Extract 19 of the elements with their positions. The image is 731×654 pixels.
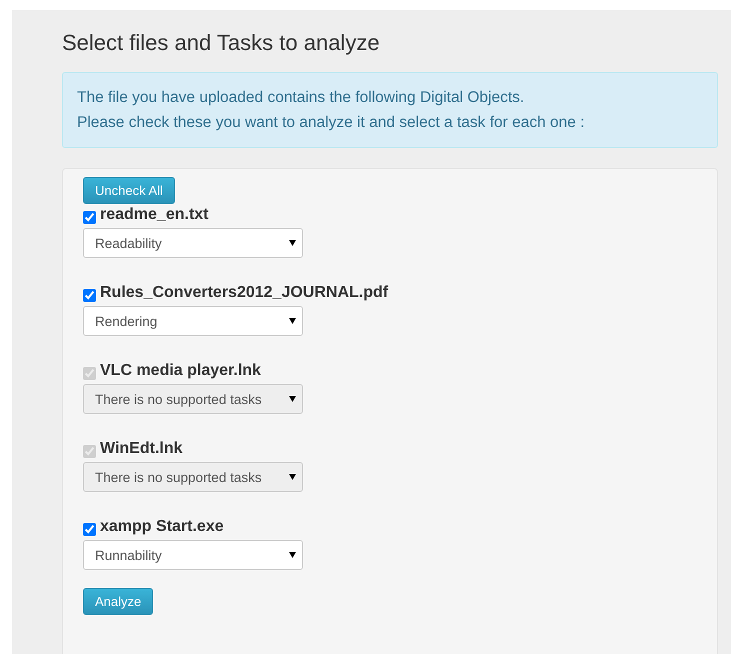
info-text: The file you have uploaded contains the following Digital Objects. xyxy=(77,88,526,108)
file-checkbox[interactable] xyxy=(83,288,96,302)
task-select[interactable]: Rendering xyxy=(83,306,303,336)
file-name: VLC media player.lnk xyxy=(100,362,261,380)
file-name: WinEdt.lnk xyxy=(100,440,183,458)
file-name: readme_en.txt xyxy=(100,206,208,224)
task-select[interactable]: Readability xyxy=(83,228,303,258)
caret-icon xyxy=(289,552,296,558)
file-name: Rules_Converters2012_JOURNAL.pdf xyxy=(100,284,388,302)
info-text: Please check these you want to analyze it and select a task for each one : xyxy=(77,113,586,133)
file-checkbox[interactable] xyxy=(83,210,96,224)
task-select[interactable]: Runnability xyxy=(83,540,303,570)
caret-icon xyxy=(289,318,296,324)
page-title: Select files and Tasks to analyze xyxy=(62,30,381,56)
caret-icon xyxy=(289,396,296,402)
caret-icon xyxy=(289,240,296,246)
file-checkbox[interactable] xyxy=(83,522,96,536)
caret-icon xyxy=(289,474,296,480)
file-name: xampp Start.exe xyxy=(100,518,224,536)
